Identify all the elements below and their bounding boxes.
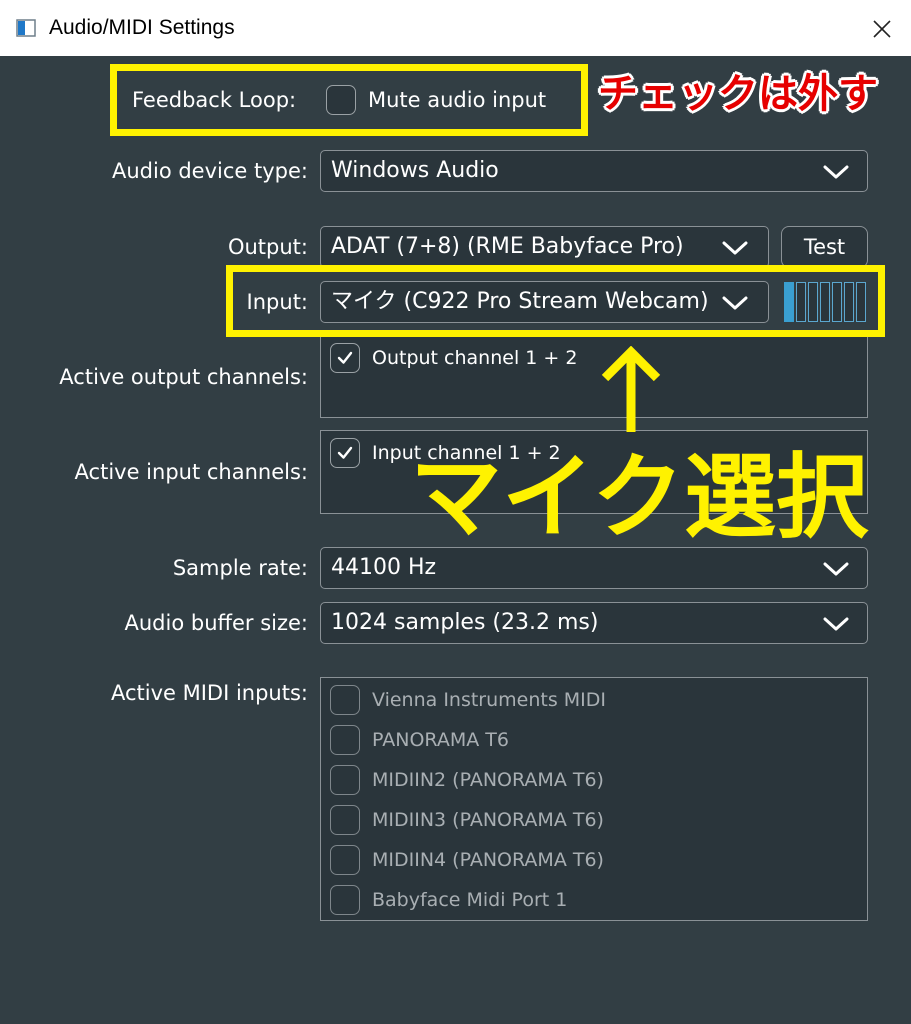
midi-input-checkbox-box[interactable] [330,725,360,755]
select-mic-annotation: マイク選択 [410,444,869,551]
chevron-down-icon [823,165,849,179]
midi-input-checkbox-box[interactable] [330,845,360,875]
midi-input-label: MIDIIN2 (PANORAMA T6) [372,768,604,791]
midi-input-item[interactable]: Babyface Midi Port 1 [330,884,567,916]
arrow-up-icon [601,346,661,432]
midi-input-label: Vienna Instruments MIDI [372,688,607,711]
test-button[interactable]: Test [781,226,868,268]
app-window-icon [16,18,36,38]
output-channel-checkbox[interactable]: Output channel 1 + 2 [330,342,577,374]
audio-buffer-size-value: 1024 samples (23.2 ms) [331,610,599,635]
sample-rate-label: Sample rate: [172,556,308,580]
input-row-highlight [226,265,885,337]
chevron-down-icon [823,562,849,576]
window-title: Audio/MIDI Settings [49,16,235,39]
midi-input-checkbox-box[interactable] [330,885,360,915]
output-device-select[interactable]: ADAT (7+8) (RME Babyface Pro) [320,226,769,268]
audio-buffer-size-label: Audio buffer size: [124,611,309,635]
sample-rate-value: 44100 Hz [331,555,437,580]
active-output-channels-label: Active output channels: [59,365,308,389]
uncheck-annotation: チェックは外す [598,71,878,117]
input-channel-checkbox-box[interactable] [330,438,360,468]
midi-input-label: MIDIIN3 (PANORAMA T6) [372,808,604,831]
midi-input-label: MIDIIN4 (PANORAMA T6) [372,848,604,871]
midi-input-item[interactable]: MIDIIN4 (PANORAMA T6) [330,844,604,876]
check-icon [337,351,353,364]
active-midi-inputs-label: Active MIDI inputs: [110,681,308,705]
midi-input-item[interactable]: Vienna Instruments MIDI [330,684,606,716]
check-icon [337,446,353,459]
sample-rate-select[interactable]: 44100 Hz [320,547,868,589]
midi-input-checkbox-box[interactable] [330,685,360,715]
output-label: Output: [227,235,308,259]
output-channel-label: Output channel 1 + 2 [372,346,578,369]
midi-input-label: PANORAMA T6 [372,728,509,751]
chevron-down-icon [722,241,748,255]
midi-input-checkbox-box[interactable] [330,765,360,795]
feedback-loop-highlight [110,64,588,136]
midi-input-item[interactable]: PANORAMA T6 [330,724,509,756]
active-input-channels-label: Active input channels: [74,460,308,484]
close-button[interactable] [862,10,902,48]
audio-buffer-size-select[interactable]: 1024 samples (23.2 ms) [320,602,868,644]
output-channel-checkbox-box[interactable] [330,343,360,373]
midi-input-item[interactable]: MIDIIN2 (PANORAMA T6) [330,764,604,796]
midi-input-checkbox-box[interactable] [330,805,360,835]
audio-device-type-value: Windows Audio [331,158,499,183]
output-device-value: ADAT (7+8) (RME Babyface Pro) [331,234,684,259]
audio-device-type-label: Audio device type: [111,159,308,183]
audio-device-type-select[interactable]: Windows Audio [320,150,868,192]
midi-input-label: Babyface Midi Port 1 [372,888,568,911]
midi-input-item[interactable]: MIDIIN3 (PANORAMA T6) [330,804,604,836]
chevron-down-icon [823,617,849,631]
close-icon [873,20,891,38]
title-bar: Audio/MIDI Settings [0,0,911,56]
